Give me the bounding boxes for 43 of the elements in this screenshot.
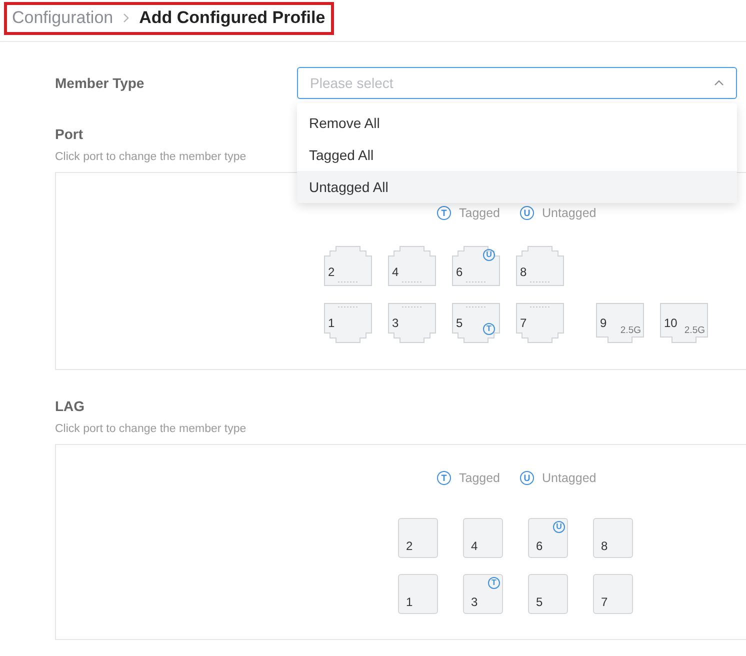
badge-icon: U [483, 249, 495, 261]
port[interactable]: 3 T [463, 574, 503, 614]
port[interactable]: 9 2.5G [596, 303, 644, 343]
port[interactable]: 7 [516, 303, 564, 343]
chevron-right-icon [123, 13, 130, 23]
port[interactable]: 6 U [528, 518, 568, 558]
port[interactable]: 5 T [452, 303, 500, 343]
hint-text: Click port to change the member type [55, 423, 246, 435]
speed-label: 2.5G [684, 325, 705, 336]
port[interactable]: 4 [388, 246, 436, 286]
page-title: Add Configured Profile [139, 8, 326, 28]
speed-label: 2.5G [620, 325, 641, 336]
port[interactable]: 5 [528, 574, 568, 614]
port[interactable]: 2 [398, 518, 438, 558]
dropdown-option[interactable]: Untagged All [297, 171, 737, 203]
badge-icon: T [437, 471, 451, 485]
port[interactable]: 10 2.5G [660, 303, 708, 343]
port[interactable]: 1 [324, 303, 372, 343]
section-title: LAG [55, 398, 85, 414]
port[interactable]: 7 [593, 574, 633, 614]
port[interactable]: 8 [516, 246, 564, 286]
badge-icon: T [437, 206, 451, 220]
dropdown-option[interactable]: Remove All [297, 107, 737, 139]
legend-label: Tagged [459, 471, 500, 485]
dropdown-option[interactable]: Tagged All [297, 139, 737, 171]
port[interactable]: 3 [388, 303, 436, 343]
badge-icon: T [483, 323, 495, 335]
legend-label: Untagged [542, 471, 596, 485]
field-label: Member Type [55, 75, 146, 91]
legend-label: Untagged [542, 206, 596, 220]
hint-text: Click port to change the member type [55, 151, 246, 163]
section-title: Port [55, 126, 83, 142]
port[interactable]: 2 [324, 246, 372, 286]
legend-label: Tagged [459, 206, 500, 220]
port[interactable]: 8 [593, 518, 633, 558]
badge-icon: T [488, 577, 500, 589]
chevron-icon [714, 80, 724, 86]
badge-icon: U [520, 471, 534, 485]
badge-icon: U [553, 521, 565, 533]
port[interactable]: 4 [463, 518, 503, 558]
badge-icon: U [520, 206, 534, 220]
port[interactable]: 1 [398, 574, 438, 614]
port[interactable]: 6 U [452, 246, 500, 286]
